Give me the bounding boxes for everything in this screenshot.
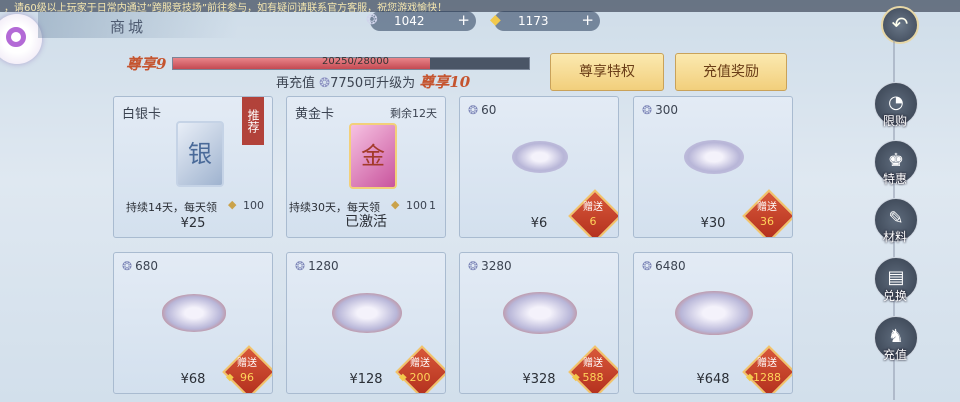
sidebar-item-label: 充值 xyxy=(882,348,907,362)
gem-pack-image xyxy=(503,291,577,335)
sidebar-item-label: 特惠 xyxy=(882,172,907,186)
add-jade-button[interactable]: + xyxy=(457,11,470,29)
vip-upgrade-hint: 再充值 ❂7750可升级为 尊享10 xyxy=(276,71,470,92)
gold-amount: 1173 xyxy=(518,14,549,28)
card-name: 白银卡 xyxy=(122,107,162,122)
vip-level-badge: 尊享9 xyxy=(126,55,167,73)
gem-pack-card[interactable]: ❂ 300 ¥30 赠送 36 xyxy=(633,96,793,238)
jade-coin-icon: ❂ xyxy=(468,259,479,273)
gold-currency: ◆ 1173 + xyxy=(490,11,600,31)
vip-progress-fill xyxy=(173,58,431,69)
gold-ingot-icon: ◆ xyxy=(490,12,501,28)
gem-amount-label: ❂ 60 xyxy=(468,103,497,117)
page-title: 商城 xyxy=(110,18,147,36)
jade-currency: ❂ 1042 + xyxy=(366,11,476,31)
bonus-label: 赠送 xyxy=(757,202,777,213)
jade-coin-icon: ❂ xyxy=(468,103,479,117)
card-desc: 持续14天，每天领 xyxy=(126,201,217,214)
gem-amount-label: ❂ 3280 xyxy=(468,259,512,273)
game-logo-icon[interactable] xyxy=(0,14,42,64)
bonus-label: 赠送 xyxy=(583,358,603,369)
bonus-amount: 36 xyxy=(760,215,774,228)
bonus-label: 赠送 xyxy=(583,202,603,213)
activated-status: 已激活 xyxy=(345,214,387,230)
gold-ingot-icon: ◆ xyxy=(399,372,407,383)
gem-pack-card[interactable]: ❂ 60 ¥6 赠送 6 xyxy=(459,96,619,238)
back-button[interactable]: ↶ xyxy=(881,6,919,44)
card-name: 黄金卡 xyxy=(295,107,335,122)
gem-pack-image xyxy=(683,139,745,175)
gem-pack-image xyxy=(674,290,754,336)
sidebar-item-label: 限购 xyxy=(882,114,907,128)
sidebar-item-label: 材料 xyxy=(882,230,907,244)
jade-coin-icon: ❂ xyxy=(642,259,653,273)
gem-pack-card[interactable]: ❂ 680 ¥68 赠送 96 ◆ xyxy=(113,252,273,394)
gem-pack-image xyxy=(512,141,568,173)
gem-amount-label: ❂ 1280 xyxy=(295,259,339,273)
gem-pack-image xyxy=(161,294,227,332)
material-icon: ✎ xyxy=(888,208,904,229)
gold-ingot-icon: ◆ xyxy=(572,372,580,383)
gem-pack-card[interactable]: ❂ 1280 ¥128 赠送 200 ◆ xyxy=(286,252,446,394)
upgrade-prefix: 再充值 xyxy=(276,76,316,91)
jade-coin-icon: ❂ xyxy=(295,259,306,273)
sidebar-item-label: 兑换 xyxy=(882,289,907,303)
gift-bag-icon: ♚ xyxy=(887,150,905,171)
timer-icon: ◔ xyxy=(888,92,904,113)
jade-coin-icon: ❂ xyxy=(642,103,653,117)
jade-amount: 1042 xyxy=(394,14,425,28)
add-gold-button[interactable]: + xyxy=(581,11,594,29)
money-bag-icon: ♞ xyxy=(887,326,905,347)
ticket-icon: ▤ xyxy=(887,267,905,288)
privilege-button[interactable]: 尊享特权 xyxy=(550,53,664,91)
silver-seal-icon: 银 xyxy=(176,121,224,187)
gold-ingot-icon: ◆ xyxy=(746,372,754,383)
bonus-label: 赠送 xyxy=(757,358,777,369)
gold-seal-icon: 金 xyxy=(349,123,397,189)
gold-ingot-icon: ◆ xyxy=(228,198,237,211)
gem-amount-label: ❂ 6480 xyxy=(642,259,686,273)
gold-ingot-icon: ◆ xyxy=(226,372,234,383)
upgrade-amount: 7750 xyxy=(330,76,364,91)
daily-amount: 100 xyxy=(243,199,264,212)
vip-progress-text: 20250/28000 xyxy=(322,56,389,67)
upgrade-suffix: 可升级为 xyxy=(363,76,416,91)
bonus-amount: 6 xyxy=(589,215,597,228)
recommend-ribbon: 推荐 xyxy=(242,97,264,145)
gem-pack-image xyxy=(332,293,402,333)
back-arrow-icon: ↶ xyxy=(891,12,909,36)
bonus-label: 赠送 xyxy=(237,358,257,369)
gem-pack-card[interactable]: ❂ 6480 ¥648 赠送 1288 ◆ xyxy=(633,252,793,394)
card-price: ¥25 xyxy=(180,216,206,231)
silver-card[interactable]: 白银卡 推荐 银 持续14天，每天领 ◆ 100 ¥25 xyxy=(113,96,273,238)
gem-amount-label: ❂ 680 xyxy=(122,259,158,273)
bonus-label: 赠送 xyxy=(410,358,430,369)
recharge-reward-button[interactable]: 充值奖励 xyxy=(675,53,787,91)
gold-card[interactable]: 黄金卡 剩余12天 金 持续30天，每天领 ◆ 100 1 已激活 xyxy=(286,96,446,238)
gem-pack-card[interactable]: ❂ 3280 ¥328 赠送 588 ◆ xyxy=(459,252,619,394)
jade-coin-icon: ❂ xyxy=(319,76,331,91)
next-vip-badge: 尊享10 xyxy=(419,73,471,91)
gold-ingot-icon: ◆ xyxy=(391,198,400,211)
gem-amount-label: ❂ 300 xyxy=(642,103,678,117)
jade-coin-icon: ❂ xyxy=(122,259,133,273)
remaining-days: 剩余12天 xyxy=(390,107,437,120)
jade-coin-icon: ❂ xyxy=(366,12,378,28)
